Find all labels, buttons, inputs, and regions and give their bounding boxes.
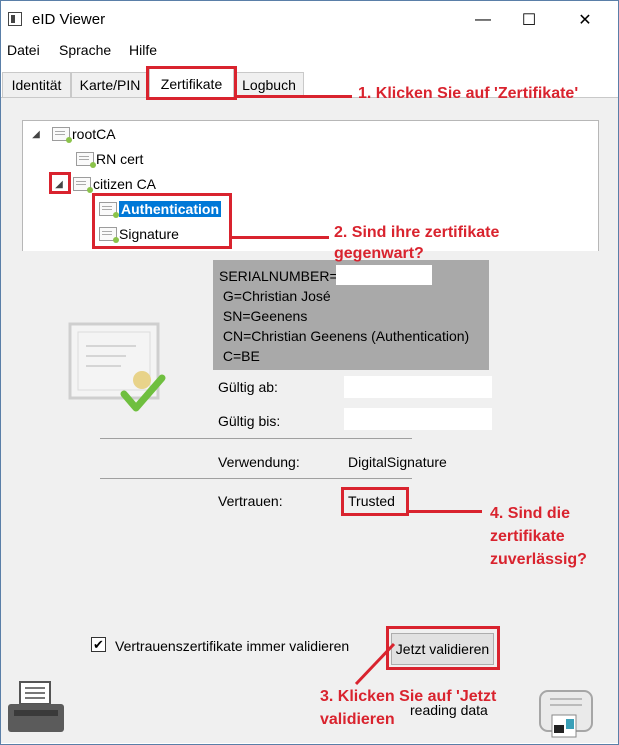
certificate-icon	[73, 177, 93, 193]
highlight-validate-button	[386, 626, 500, 670]
usage-label: Verwendung:	[218, 454, 300, 470]
trust-label: Vertrauen:	[218, 493, 283, 509]
redacted-serial	[336, 265, 432, 285]
annotation-4-line1: 4. Sind die	[490, 505, 571, 522]
highlight-trust-value	[341, 487, 409, 516]
divider	[100, 478, 412, 479]
certificate-icon	[76, 152, 96, 168]
annotation-4-line3: zuverlässig?	[490, 551, 587, 568]
valid-to-value	[344, 408, 492, 430]
tab-identitaet[interactable]: Identität	[2, 72, 71, 97]
always-validate-checkbox[interactable]: ✔	[91, 637, 106, 652]
window-title: eID Viewer	[32, 11, 106, 28]
annotation-4-line2: zertifikate	[490, 528, 565, 545]
valid-to-label: Gültig bis:	[218, 413, 281, 429]
always-validate-label[interactable]: Vertrauenszertifikate immer validieren	[115, 638, 349, 654]
collapse-arrow-icon[interactable]: ◢	[30, 128, 42, 140]
minimize-button[interactable]: —	[460, 1, 506, 39]
close-button[interactable]: ✕	[562, 1, 608, 39]
annotation-line-2	[231, 236, 329, 239]
annotation-line-3	[354, 642, 396, 686]
divider	[100, 438, 412, 439]
highlight-certificates	[92, 193, 232, 249]
menu-sprache[interactable]: Sprache	[59, 42, 111, 58]
usage-value: DigitalSignature	[348, 454, 447, 470]
certificate-large-icon	[68, 322, 166, 412]
menu-datei[interactable]: Datei	[7, 42, 40, 58]
annotation-3-line2: validieren	[320, 711, 395, 728]
tab-logbuch[interactable]: Logbuch	[234, 72, 304, 97]
tree-label-rootca: rootCA	[72, 126, 116, 142]
annotation-line-4	[408, 510, 482, 513]
valid-from-label: Gültig ab:	[218, 379, 278, 395]
annotation-2-line1: 2. Sind ihre zertifikate	[334, 224, 500, 241]
app-icon	[8, 12, 22, 26]
tree-item-rootca[interactable]: ◢ rootCA	[30, 123, 116, 145]
card-reader-icon	[539, 690, 593, 738]
annotation-1: 1. Klicken Sie auf 'Zertifikate'	[358, 85, 579, 102]
menu-hilfe[interactable]: Hilfe	[129, 42, 157, 58]
certificate-icon	[52, 127, 72, 143]
tab-karte-pin[interactable]: Karte/PIN	[71, 72, 149, 97]
valid-from-value	[344, 376, 492, 398]
printer-icon	[8, 681, 64, 732]
annotation-2-line2: gegenwart?	[334, 245, 424, 262]
maximize-button[interactable]: ☐	[506, 1, 552, 39]
highlight-expander	[49, 172, 71, 194]
annotation-line-1	[236, 95, 352, 98]
tree-item-rn-cert[interactable]: RN cert	[76, 148, 143, 170]
tree-label-rn-cert: RN cert	[96, 151, 144, 167]
annotation-3-line1: 3. Klicken Sie auf 'Jetzt	[320, 688, 497, 705]
tree-label-citizen-ca: citizen CA	[93, 176, 157, 192]
highlight-tab-zertifikate	[146, 66, 237, 100]
